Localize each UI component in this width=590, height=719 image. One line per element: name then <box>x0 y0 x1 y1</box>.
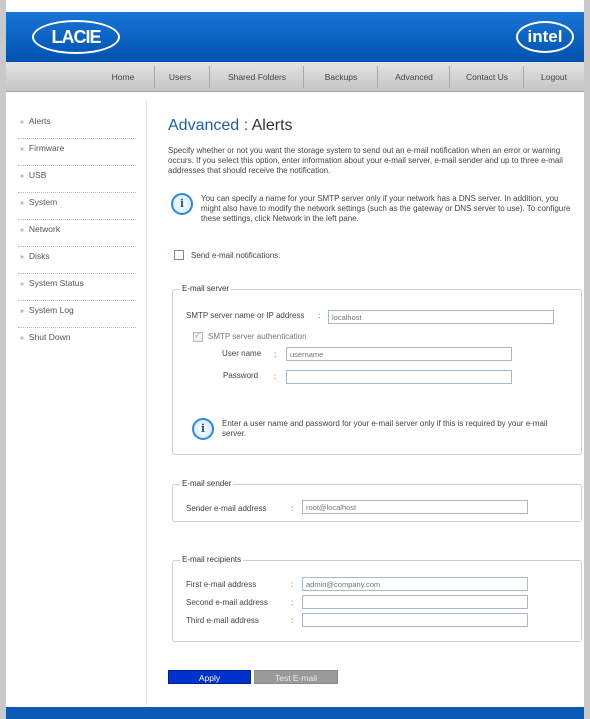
sidebar: » Alerts » Firmware » USB » System » Network … <box>18 112 136 355</box>
nav-advanced[interactable]: Advanced <box>379 62 449 92</box>
sender-email-label: Sender e-mail address <box>186 504 267 513</box>
sidebar-item-label: System <box>28 197 58 207</box>
colon-separator: : <box>291 580 294 589</box>
bullet-arrow-icon: » <box>20 173 24 180</box>
nav-contact-us[interactable]: Contact Us <box>451 62 523 92</box>
auth-info-text: Enter a user name and password for your … <box>222 419 548 438</box>
nav-divider <box>154 66 155 88</box>
bullet-arrow-icon: » <box>20 308 24 315</box>
sidebar-divider <box>146 100 147 705</box>
nav-divider <box>209 66 210 88</box>
smtp-server-input[interactable] <box>328 310 554 324</box>
sidebar-item-network[interactable]: » Network <box>18 220 136 247</box>
nav-users[interactable]: Users <box>156 62 204 92</box>
send-notifications-checkbox[interactable] <box>174 250 184 260</box>
username-input[interactable] <box>286 347 512 361</box>
second-email-input[interactable] <box>302 595 528 609</box>
sidebar-item-shut-down[interactable]: » Shut Down <box>18 328 136 355</box>
smtp-auth-label: SMTP server authentication <box>208 332 307 341</box>
bullet-arrow-icon: » <box>20 200 24 207</box>
sidebar-item-usb[interactable]: » USB <box>18 166 136 193</box>
bullet-arrow-icon: » <box>20 146 24 153</box>
top-nav: Home Users Shared Folders Backups Advanc… <box>6 62 584 92</box>
bullet-arrow-icon: » <box>20 227 24 234</box>
intro-text: Specify whether or not you want the stor… <box>168 146 563 175</box>
sidebar-item-label: Alerts <box>28 116 51 126</box>
second-email-label: Second e-mail address <box>186 598 268 607</box>
header-bar: LACIE intel <box>6 12 584 62</box>
password-input[interactable] <box>286 370 512 384</box>
sidebar-item-firmware[interactable]: » Firmware <box>18 139 136 166</box>
email-server-legend: E-mail server <box>180 284 232 293</box>
smtp-auth-checkbox[interactable] <box>193 330 203 342</box>
sender-email-input[interactable] <box>302 500 528 514</box>
bullet-arrow-icon: » <box>20 119 24 126</box>
sidebar-item-label: Shut Down <box>28 332 71 342</box>
page-title-section: Advanced <box>168 117 240 134</box>
footer-bar <box>6 707 584 719</box>
colon-separator: : <box>291 598 294 607</box>
nav-shared-folders[interactable]: Shared Folders <box>211 62 303 92</box>
intel-logo: intel <box>516 21 574 53</box>
password-label: Password <box>223 371 259 380</box>
test-email-button[interactable]: Test E-mail <box>254 670 338 684</box>
colon-separator: : <box>291 504 294 513</box>
colon-separator: : <box>291 616 294 625</box>
send-notifications-label: Send e-mail notifications. <box>191 251 281 260</box>
apply-button[interactable]: Apply <box>168 670 251 684</box>
sidebar-item-system-status[interactable]: » System Status <box>18 274 136 301</box>
sidebar-item-label: Firmware <box>28 143 65 153</box>
info-icon: i <box>171 193 193 215</box>
smtp-server-label: SMTP server name or IP address <box>186 311 305 320</box>
page-title: Advanced : Alerts <box>168 117 293 135</box>
sidebar-item-system-log[interactable]: » System Log <box>18 301 136 328</box>
sidebar-item-label: Network <box>28 224 61 234</box>
sidebar-item-label: Disks <box>28 251 50 261</box>
nav-divider <box>449 66 450 88</box>
colon-separator: : <box>274 350 277 359</box>
first-email-input[interactable] <box>302 577 528 591</box>
third-email-input[interactable] <box>302 613 528 627</box>
colon-separator: : <box>274 372 277 381</box>
sidebar-item-alerts[interactable]: » Alerts <box>18 112 136 139</box>
nav-divider <box>523 66 524 88</box>
first-email-label: First e-mail address <box>186 580 257 589</box>
email-recipients-legend: E-mail recipients <box>180 555 244 564</box>
info-icon: i <box>192 418 214 440</box>
bullet-arrow-icon: » <box>20 335 24 342</box>
email-sender-legend: E-mail sender <box>180 479 234 488</box>
sidebar-item-label: System Status <box>28 278 84 288</box>
nav-divider <box>377 66 378 88</box>
nav-logout[interactable]: Logout <box>525 62 583 92</box>
sidebar-item-disks[interactable]: » Disks <box>18 247 136 274</box>
sidebar-item-label: System Log <box>28 305 74 315</box>
dns-info-text: You can specify a name for your SMTP ser… <box>201 194 571 223</box>
nav-home[interactable]: Home <box>98 62 148 92</box>
page-title-separator: : <box>239 117 252 134</box>
page-title-subsection: Alerts <box>251 117 293 134</box>
sidebar-item-label: USB <box>28 170 47 180</box>
nav-backups[interactable]: Backups <box>305 62 377 92</box>
bullet-arrow-icon: » <box>20 281 24 288</box>
username-label: User name <box>222 349 262 358</box>
bullet-arrow-icon: » <box>20 254 24 261</box>
sidebar-item-system[interactable]: » System <box>18 193 136 220</box>
colon-separator: : <box>318 311 321 320</box>
nav-divider <box>303 66 304 88</box>
lacie-logo: LACIE <box>32 20 120 54</box>
third-email-label: Third e-mail address <box>186 616 259 625</box>
